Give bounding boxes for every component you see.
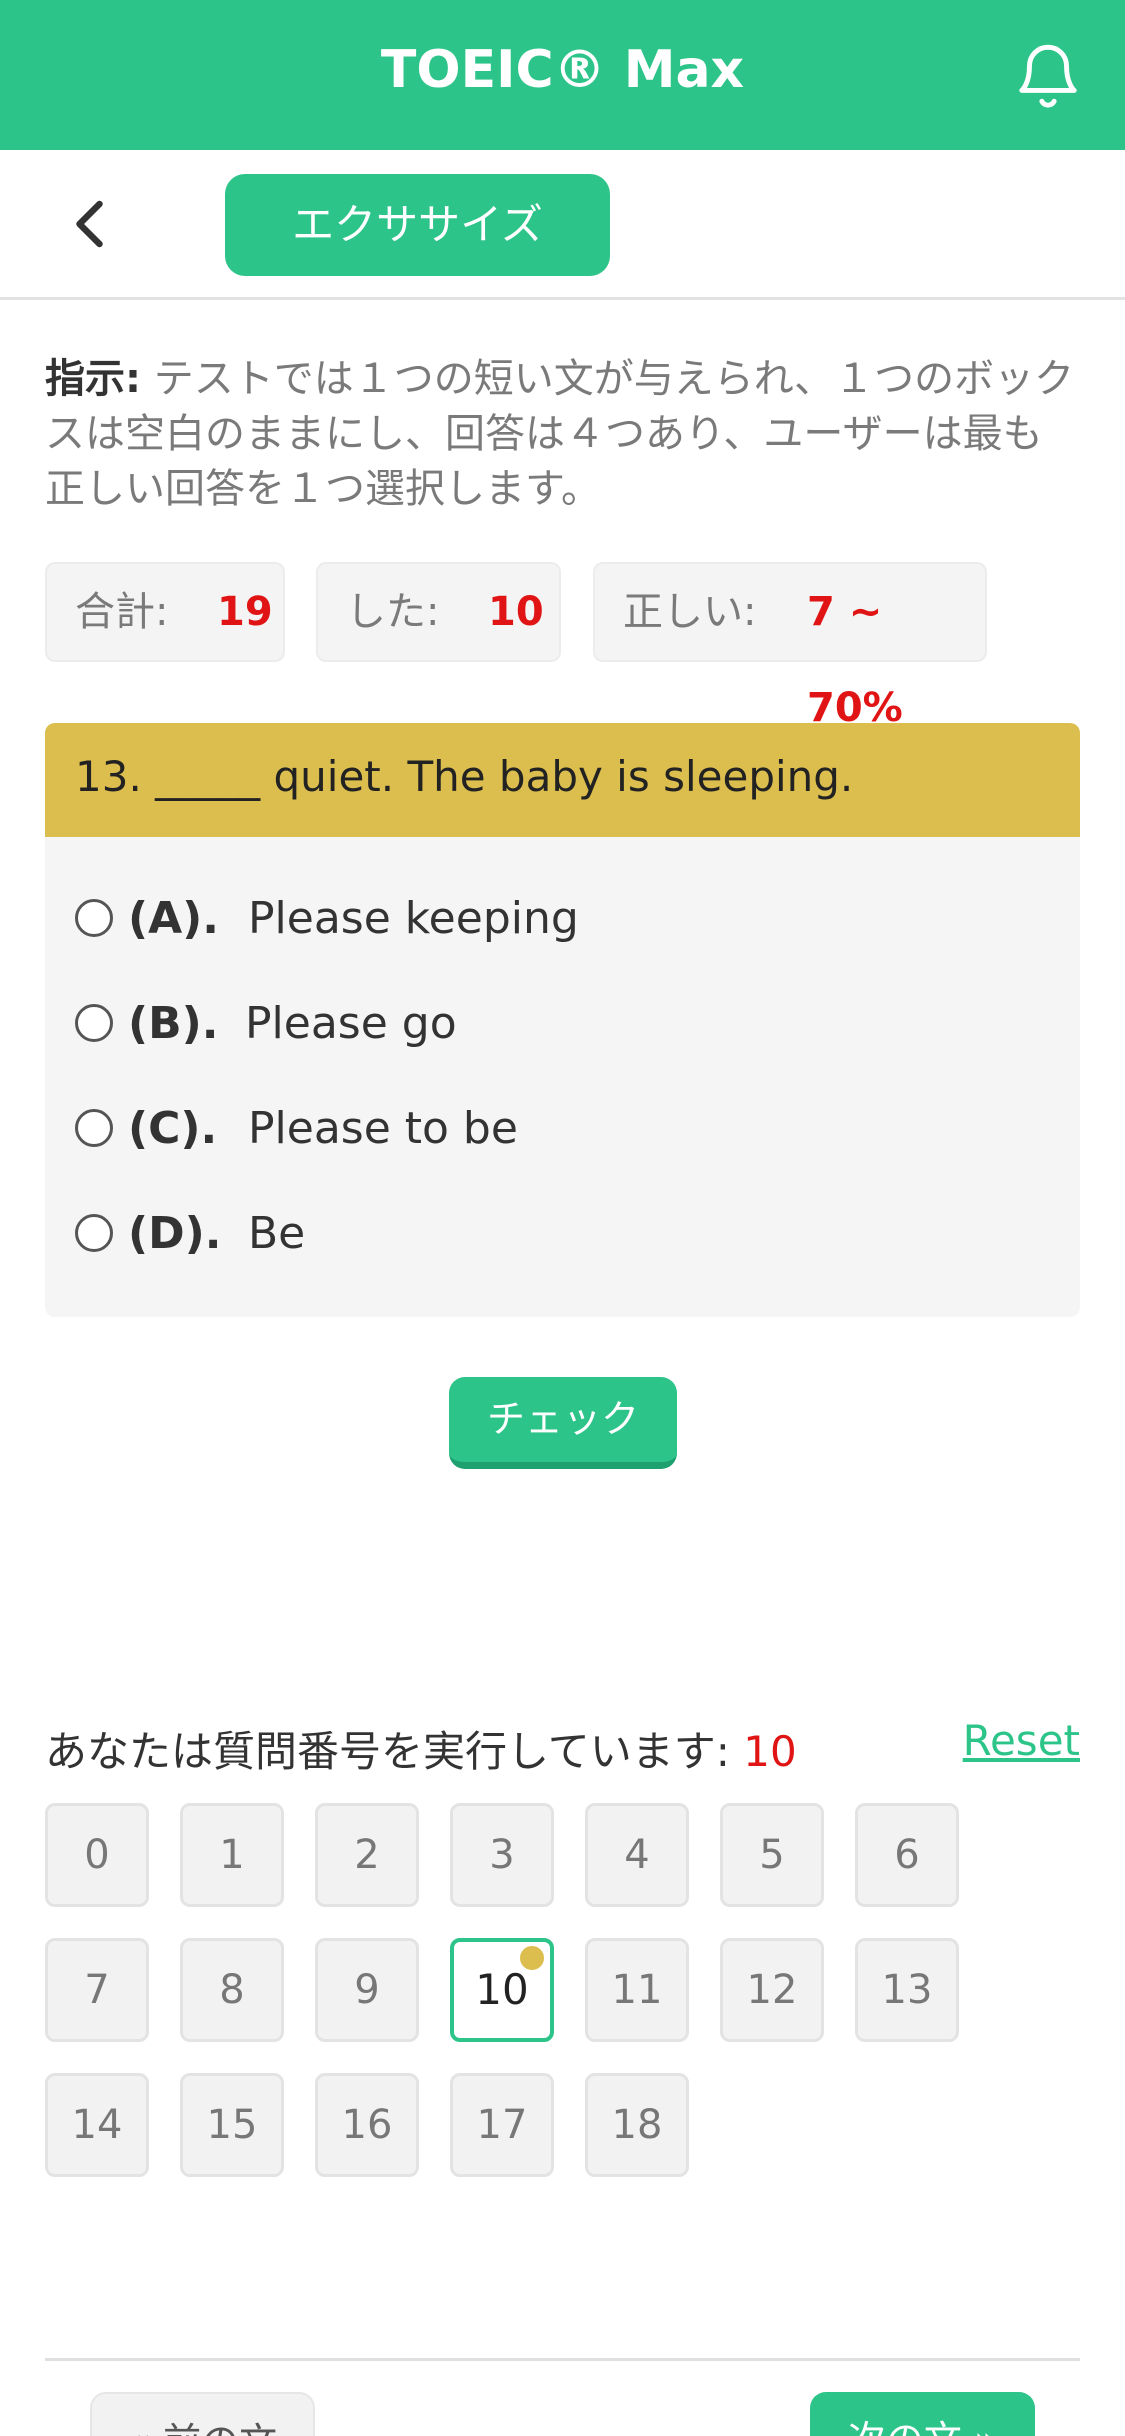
radio-button[interactable] <box>75 1214 113 1252</box>
current-indicator-dot <box>520 1946 544 1970</box>
question-tile[interactable]: 17 <box>450 2073 554 2177</box>
next-sentence-button[interactable]: 次の文 » <box>810 2392 1035 2436</box>
option-label: (A). <box>128 893 219 944</box>
bottom-divider <box>45 2358 1080 2361</box>
stat-correct-label: 正しい: <box>623 589 757 635</box>
question-tile[interactable]: 14 <box>45 2073 149 2177</box>
question-card: 13. _____ quiet. The baby is sleeping. (… <box>45 723 1080 1317</box>
question-header: 13. _____ quiet. The baby is sleeping. <box>45 723 1080 837</box>
instructions-text: テストでは１つの短い文が与えられ、１つのボックスは空白のままにし、回答は４つあり… <box>45 356 1075 512</box>
stat-total: 合計: 19 <box>45 562 285 662</box>
stat-total-label: 合計: <box>75 589 169 635</box>
stat-correct: 正しい: 7 ~ 70% <box>593 562 987 731</box>
option-text: Please to be <box>248 1103 518 1154</box>
instructions-label: 指示: <box>45 356 141 402</box>
stat-done: した: 10 <box>316 562 561 662</box>
question-tile[interactable]: 11 <box>585 1938 689 2042</box>
running-question-label: あなたは質問番号を実行しています: 10 <box>45 1718 797 1779</box>
question-tile[interactable]: 4 <box>585 1803 689 1907</box>
question-tile[interactable]: 6 <box>855 1803 959 1907</box>
sub-header: エクササイズ <box>0 150 1125 300</box>
running-question-number: 10 <box>743 1727 797 1776</box>
stat-done-value: 10 <box>488 589 544 635</box>
question-tile[interactable]: 0 <box>45 1803 149 1907</box>
question-tile[interactable]: 8 <box>180 1938 284 2042</box>
radio-button[interactable] <box>75 899 113 937</box>
question-tile[interactable]: 1 <box>180 1803 284 1907</box>
question-tile[interactable]: 7 <box>45 1938 149 2042</box>
question-tile[interactable]: 18 <box>585 2073 689 2177</box>
question-tile[interactable]: 16 <box>315 2073 419 2177</box>
prev-sentence-button[interactable]: « 前の文 <box>90 2392 315 2436</box>
stat-done-label: した: <box>346 589 440 635</box>
option-d[interactable]: (D). Be <box>75 1200 1035 1270</box>
radio-button[interactable] <box>75 1109 113 1147</box>
question-tile[interactable]: 2 <box>315 1803 419 1907</box>
question-tile[interactable]: 12 <box>720 1938 824 2042</box>
option-c[interactable]: (C). Please to be <box>75 1095 1035 1165</box>
question-tile-current[interactable]: 10 <box>450 1938 554 2042</box>
option-label: (B). <box>128 998 219 1049</box>
option-text: Be <box>248 1208 306 1259</box>
running-label: あなたは質問番号を実行しています: <box>45 1727 730 1776</box>
option-label: (D). <box>128 1208 222 1259</box>
app-header: TOEIC® Max <box>0 0 1125 150</box>
question-tile[interactable]: 9 <box>315 1938 419 2042</box>
radio-button[interactable] <box>75 1004 113 1042</box>
question-tile[interactable]: 3 <box>450 1803 554 1907</box>
chevron-left-icon[interactable] <box>62 194 122 254</box>
question-tile[interactable]: 5 <box>720 1803 824 1907</box>
question-tile[interactable]: 13 <box>855 1938 959 2042</box>
instructions: 指示: テストでは１つの短い文が与えられ、１つのボックスは空白のままにし、回答は… <box>45 352 1080 517</box>
question-tile-number: 10 <box>475 1965 529 2014</box>
app-title: TOEIC® Max <box>380 40 745 100</box>
stat-total-value: 19 <box>217 589 273 635</box>
question-text: 13. _____ quiet. The baby is sleeping. <box>75 752 854 801</box>
exercise-button[interactable]: エクササイズ <box>225 174 610 276</box>
option-text: Please go <box>245 998 457 1049</box>
check-button[interactable]: チェック <box>449 1377 677 1469</box>
option-b[interactable]: (B). Please go <box>75 990 1035 1060</box>
option-text: Please keeping <box>248 893 579 944</box>
option-a[interactable]: (A). Please keeping <box>75 885 1035 955</box>
option-label: (C). <box>128 1103 218 1154</box>
question-tile[interactable]: 15 <box>180 2073 284 2177</box>
reset-link[interactable]: Reset <box>963 1716 1080 1765</box>
bell-icon[interactable] <box>1011 38 1085 112</box>
